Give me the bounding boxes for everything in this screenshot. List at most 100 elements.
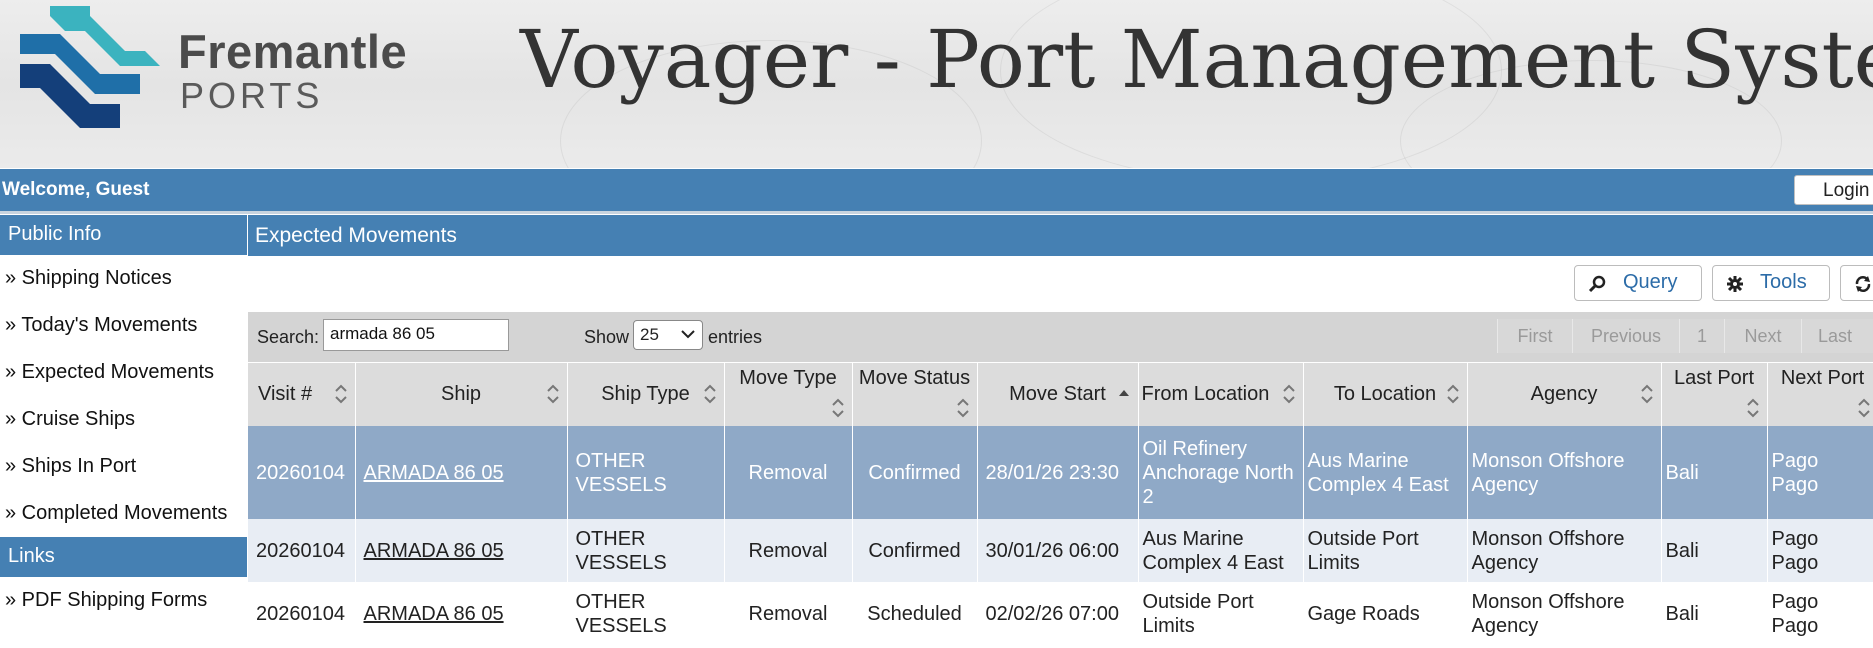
movements-table: Visit # Ship Ship Type Move Type Move St… — [248, 363, 1873, 645]
column-header-ship[interactable]: Ship — [355, 363, 568, 426]
table-controls: Search: armada 86 05 Show 25 entries Fir… — [248, 312, 1873, 362]
search-label: Search: — [257, 327, 320, 347]
cell-next-port: Pago Pago — [1767, 426, 1873, 519]
cell-ship: ARMADA 86 05 — [355, 426, 568, 519]
table-row[interactable]: 20260104 ARMADA 86 05 OTHER VESSELS Remo… — [248, 426, 1873, 519]
cell-ship: ARMADA 86 05 — [355, 582, 568, 645]
column-header-move-start[interactable]: Move Start — [977, 363, 1139, 426]
search-icon — [1588, 275, 1606, 293]
ship-link[interactable]: ARMADA 86 05 — [364, 540, 504, 562]
cell-agency: Monson Offshore Agency — [1467, 519, 1662, 582]
sort-icon — [1857, 398, 1870, 418]
cell-from-location: Aus Marine Complex 4 East — [1138, 519, 1304, 582]
pager-previous[interactable]: Previous — [1572, 319, 1679, 353]
sidebar-header-links: Links — [0, 537, 247, 577]
tools-label: Tools — [1760, 271, 1807, 293]
column-header-ship-type[interactable]: Ship Type — [567, 363, 725, 426]
table-header-row: Visit # Ship Ship Type Move Type Move St… — [248, 363, 1873, 426]
pager-last[interactable]: Last — [1801, 319, 1873, 353]
ship-link[interactable]: ARMADA 86 05 — [364, 462, 504, 484]
sort-icon — [1746, 398, 1759, 418]
cell-visit: 20260104 — [248, 519, 356, 582]
column-header-label: Ship Type — [601, 383, 690, 405]
sidebar-item-ships-in-port[interactable]: » Ships In Port — [0, 443, 247, 490]
cell-ship-type: OTHER VESSELS — [567, 582, 725, 645]
sidebar-item-pdf-shipping-forms[interactable]: » PDF Shipping Forms — [0, 577, 247, 624]
column-header-label: From Location — [1141, 383, 1270, 405]
sidebar-item-shipping-notices[interactable]: » Shipping Notices — [0, 255, 247, 302]
refresh-icon — [1855, 276, 1871, 292]
column-header-move-status[interactable]: Move Status — [852, 363, 978, 426]
column-header-next-port[interactable]: Next Port — [1767, 363, 1873, 426]
sort-icon — [831, 398, 844, 418]
sidebar-item-cruise-ships[interactable]: » Cruise Ships — [0, 396, 247, 443]
welcome-text: Welcome, Guest — [2, 179, 150, 200]
tools-button[interactable]: Tools — [1712, 265, 1830, 301]
sort-icon — [546, 384, 559, 404]
cell-ship: ARMADA 86 05 — [355, 519, 568, 582]
column-header-last-port[interactable]: Last Port — [1661, 363, 1768, 426]
column-header-label: Agency — [1530, 383, 1598, 405]
main-panel: Expected Movements Query Tools Search: a — [248, 215, 1873, 648]
fremantle-logo-icon — [20, 6, 160, 128]
cell-last-port: Bali — [1661, 426, 1768, 519]
cell-move-type: Removal — [724, 519, 853, 582]
welcome-bar: Welcome, Guest Login — [0, 169, 1873, 214]
cell-ship-type: OTHER VESSELS — [567, 519, 725, 582]
cell-move-status: Scheduled — [852, 582, 978, 645]
cell-agency: Monson Offshore Agency — [1467, 582, 1662, 645]
column-header-label: Next Port — [1780, 367, 1865, 389]
pager-first[interactable]: First — [1497, 319, 1572, 353]
table-row[interactable]: 20260104 ARMADA 86 05 OTHER VESSELS Remo… — [248, 582, 1873, 645]
ship-link[interactable]: ARMADA 86 05 — [364, 603, 504, 625]
column-header-label: To Location — [1333, 383, 1437, 405]
cell-move-status: Confirmed — [852, 426, 978, 519]
search-input[interactable]: armada 86 05 — [323, 319, 509, 351]
sort-icon — [1446, 384, 1459, 404]
column-header-move-type[interactable]: Move Type — [724, 363, 853, 426]
gear-icon — [1727, 276, 1743, 292]
query-button[interactable]: Query — [1574, 265, 1702, 301]
page-title: Expected Movements — [248, 215, 1873, 256]
column-header-visit[interactable]: Visit # — [248, 363, 356, 426]
page-size-value: 25 — [640, 325, 659, 344]
cell-move-type: Removal — [724, 426, 853, 519]
table-row[interactable]: 20260104 ARMADA 86 05 OTHER VESSELS Remo… — [248, 519, 1873, 582]
sort-ascending-icon — [1118, 390, 1129, 396]
cell-visit: 20260104 — [248, 426, 356, 519]
column-header-label: Visit # — [258, 383, 313, 405]
page-size-select[interactable]: 25 — [633, 320, 703, 350]
pager-next[interactable]: Next — [1724, 319, 1801, 353]
cell-move-status: Confirmed — [852, 519, 978, 582]
login-button[interactable]: Login — [1794, 175, 1873, 205]
cell-visit: 20260104 — [248, 582, 356, 645]
cell-move-start: 02/02/26 07:00 — [977, 582, 1139, 645]
cell-to-location: Gage Roads — [1303, 582, 1468, 645]
cell-move-start: 30/01/26 06:00 — [977, 519, 1139, 582]
chevron-down-icon — [681, 330, 695, 339]
cell-last-port: Bali — [1661, 582, 1768, 645]
cell-move-start: 28/01/26 23:30 — [977, 426, 1139, 519]
cell-last-port: Bali — [1661, 519, 1768, 582]
sort-icon — [1282, 384, 1295, 404]
sort-icon — [703, 384, 716, 404]
sidebar-item-todays-movements[interactable]: » Today's Movements — [0, 302, 247, 349]
sort-icon — [956, 398, 969, 418]
pager-page-1[interactable]: 1 — [1679, 319, 1724, 353]
column-header-to-location[interactable]: To Location — [1303, 363, 1468, 426]
cell-agency: Monson Offshore Agency — [1467, 426, 1662, 519]
logo-subtext: PORTS — [180, 75, 324, 116]
column-header-from-location[interactable]: From Location — [1138, 363, 1304, 426]
column-header-label: Move Start — [1009, 383, 1106, 405]
cell-move-type: Removal — [724, 582, 853, 645]
refresh-button[interactable] — [1840, 265, 1873, 301]
logo-wordmark: Fremantle — [178, 25, 408, 78]
column-header-agency[interactable]: Agency — [1467, 363, 1662, 426]
cell-from-location: Outside Port Limits — [1138, 582, 1304, 645]
show-label: Show — [584, 327, 630, 347]
entries-label: entries — [708, 327, 763, 347]
sidebar-item-expected-movements[interactable]: » Expected Movements — [0, 349, 247, 396]
sidebar-header-public-info: Public Info — [0, 215, 247, 255]
sidebar-item-completed-movements[interactable]: » Completed Movements — [0, 490, 247, 537]
cell-from-location: Oil Refinery Anchorage North 2 — [1138, 426, 1304, 519]
